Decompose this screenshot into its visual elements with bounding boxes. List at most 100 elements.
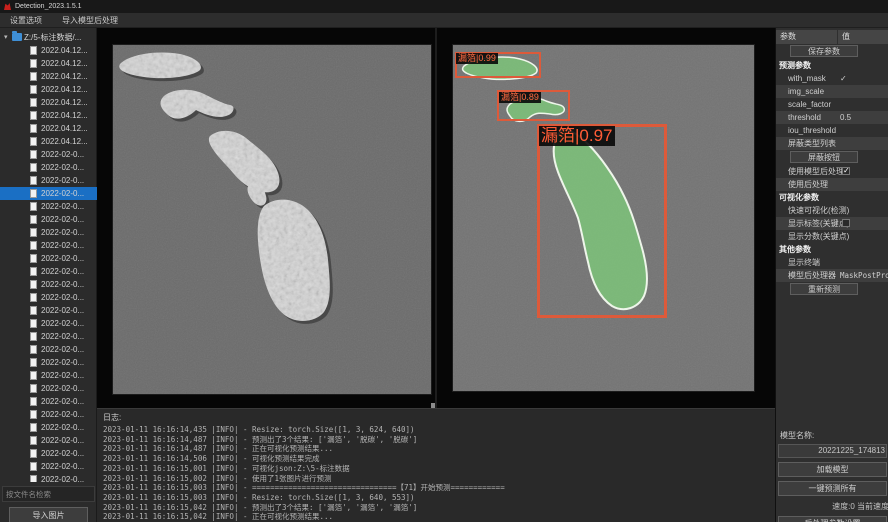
tree-file-item[interactable]: 2022-02-0... bbox=[0, 330, 97, 343]
tree-file-item[interactable]: 2022-02-0... bbox=[0, 213, 97, 226]
file-icon bbox=[30, 59, 37, 68]
tree-file-item[interactable]: 2022-02-0... bbox=[0, 369, 97, 382]
model-name-field[interactable]: 20221225_174813 bbox=[778, 444, 887, 458]
tree-file-item[interactable]: 2022-02-0... bbox=[0, 187, 97, 200]
tree-file-item[interactable]: 2022-02-0... bbox=[0, 343, 97, 356]
tree-file-item[interactable]: 2022-02-0... bbox=[0, 304, 97, 317]
log-line: 2023-01-11 16:16:15,002 |INFO| - 使用了1张图片… bbox=[97, 474, 775, 484]
param-row[interactable]: 模型后处理器 MaskPostPro bbox=[776, 269, 888, 282]
tree-file-item[interactable]: 2022-02-0... bbox=[0, 252, 97, 265]
tree-file-item[interactable]: 2022-02-0... bbox=[0, 421, 97, 434]
param-row[interactable]: threshold 0.5 bbox=[776, 111, 888, 124]
param-row[interactable]: 保存参数 bbox=[776, 44, 888, 59]
tree-file-item[interactable]: 2022-02-0... bbox=[0, 395, 97, 408]
detection-bbox bbox=[537, 124, 667, 318]
tree-file-item[interactable]: 2022.04.12... bbox=[0, 83, 97, 96]
param-row[interactable]: 显示标签(关键点) bbox=[776, 217, 888, 230]
log-line: 2023-01-11 16:16:15,042 |INFO| - 正在可视化预测… bbox=[97, 512, 775, 522]
tree-file-item[interactable]: 2022-02-0... bbox=[0, 317, 97, 330]
param-row[interactable]: with_mask ✓ bbox=[776, 72, 888, 85]
tree-file-item[interactable]: 2022-02-0... bbox=[0, 226, 97, 239]
tree-file-label: 2022.04.12... bbox=[41, 72, 88, 81]
tree-file-item[interactable]: 2022.04.12... bbox=[0, 109, 97, 122]
log-panel[interactable]: 日志: 2023-01-11 16:16:14,435 |INFO| - Res… bbox=[97, 408, 775, 522]
tree-file-item[interactable]: 2022-02-0... bbox=[0, 265, 97, 278]
detection-label: 漏箔|0.99 bbox=[456, 53, 498, 64]
param-label: 保存参数 bbox=[790, 45, 858, 57]
tree-file-label: 2022-02-0... bbox=[41, 397, 84, 406]
caret-down-icon[interactable]: ▾ bbox=[4, 33, 10, 41]
tree-file-item[interactable]: 2022.04.12... bbox=[0, 57, 97, 70]
tree-file-item[interactable]: 2022-02-0... bbox=[0, 161, 97, 174]
tree-file-item[interactable]: 2022-02-0... bbox=[0, 382, 97, 395]
tree-file-item[interactable]: 2022-02-0... bbox=[0, 447, 97, 460]
tree-file-item[interactable]: 2022-02-0... bbox=[0, 291, 97, 304]
param-row[interactable]: 使用后处理 bbox=[776, 178, 888, 191]
postprocess-settings-button[interactable]: 后处理参数设置 bbox=[778, 516, 887, 522]
tree-file-label: 2022-02-0... bbox=[41, 241, 84, 250]
param-row[interactable]: iou_threshold bbox=[776, 124, 888, 137]
file-tree[interactable]: ▾ Z:/5-标注数据/... 2022.04.12... 2022.04.12… bbox=[0, 30, 97, 482]
tree-file-item[interactable]: 2022-02-0... bbox=[0, 473, 97, 482]
detection-label: 漏箔|0.89 bbox=[499, 92, 541, 103]
tree-file-label: 2022-02-0... bbox=[41, 306, 84, 315]
file-icon bbox=[30, 306, 37, 315]
file-icon bbox=[30, 345, 37, 354]
tree-file-item[interactable]: 2022-02-0... bbox=[0, 408, 97, 421]
tree-file-item[interactable]: 2022.04.12... bbox=[0, 70, 97, 83]
tree-file-item[interactable]: 2022-02-0... bbox=[0, 278, 97, 291]
param-checkbox[interactable] bbox=[842, 219, 850, 227]
tree-file-label: 2022-02-0... bbox=[41, 215, 84, 224]
param-label: 模型后处理器 bbox=[788, 269, 836, 282]
param-row[interactable]: scale_factor bbox=[776, 98, 888, 111]
param-row[interactable]: 屏蔽类型列表 bbox=[776, 137, 888, 150]
tree-file-label: 2022.04.12... bbox=[41, 124, 88, 133]
import-images-button[interactable]: 导入图片 bbox=[9, 507, 88, 522]
tree-file-item[interactable]: 2022-02-0... bbox=[0, 460, 97, 473]
tree-file-label: 2022-02-0... bbox=[41, 163, 84, 172]
file-icon bbox=[30, 124, 37, 133]
model-section: 模型名称: 20221225_174813 加载模型 一键预测所有 速度:0 当… bbox=[776, 426, 888, 522]
param-row[interactable]: 使用模型后处理 bbox=[776, 165, 888, 178]
param-label: scale_factor bbox=[788, 98, 831, 111]
log-line: 2023-01-11 16:16:14,506 |INFO| - 可视化预测结果… bbox=[97, 454, 775, 464]
param-row[interactable]: 预测参数 bbox=[776, 59, 888, 72]
tree-file-item[interactable]: 2022.04.12... bbox=[0, 135, 97, 148]
tree-file-item[interactable]: 2022-02-0... bbox=[0, 356, 97, 369]
param-row[interactable]: 可视化参数 bbox=[776, 191, 888, 204]
param-row[interactable]: 重新预测 bbox=[776, 282, 888, 297]
tree-root-folder[interactable]: ▾ Z:/5-标注数据/... bbox=[0, 30, 97, 44]
load-model-button[interactable]: 加载模型 bbox=[778, 462, 887, 477]
tree-file-label: 2022-02-0... bbox=[41, 371, 84, 380]
file-icon bbox=[30, 410, 37, 419]
param-checkbox[interactable] bbox=[842, 167, 850, 175]
original-image bbox=[112, 44, 432, 395]
param-row[interactable]: 其他参数 bbox=[776, 243, 888, 256]
params-header: 参数 值 bbox=[776, 30, 888, 44]
search-input[interactable] bbox=[2, 486, 95, 502]
param-row[interactable]: 快速可视化(检测) bbox=[776, 204, 888, 217]
tree-file-item[interactable]: 2022-02-0... bbox=[0, 174, 97, 187]
tree-file-item[interactable]: 2022.04.12... bbox=[0, 44, 97, 57]
tree-file-item[interactable]: 2022-02-0... bbox=[0, 148, 97, 161]
tree-file-item[interactable]: 2022-02-0... bbox=[0, 434, 97, 447]
tree-file-item[interactable]: 2022.04.12... bbox=[0, 122, 97, 135]
tree-file-label: 2022-02-0... bbox=[41, 150, 84, 159]
menu-bar: 设置选项导入模型后处理 bbox=[0, 13, 888, 28]
prediction-image-panel[interactable]: 漏箔|0.99 漏箔|0.89 漏箔|0.97 bbox=[452, 44, 755, 392]
original-image-panel[interactable] bbox=[112, 44, 432, 395]
param-label: iou_threshold bbox=[788, 124, 836, 137]
param-row[interactable]: 屏蔽按钮 bbox=[776, 150, 888, 165]
file-sidebar: ▾ Z:/5-标注数据/... 2022.04.12... 2022.04.12… bbox=[0, 28, 97, 522]
menu-item[interactable]: 导入模型后处理 bbox=[52, 13, 128, 28]
param-row[interactable]: 显示分数(关键点) bbox=[776, 230, 888, 243]
param-row[interactable]: 显示终端 bbox=[776, 256, 888, 269]
tree-file-item[interactable]: 2022.04.12... bbox=[0, 96, 97, 109]
tree-file-label: 2022-02-0... bbox=[41, 462, 84, 471]
tree-file-item[interactable]: 2022-02-0... bbox=[0, 200, 97, 213]
param-row[interactable]: img_scale bbox=[776, 85, 888, 98]
param-value: ✓ bbox=[840, 72, 888, 85]
menu-item[interactable]: 设置选项 bbox=[0, 13, 52, 28]
tree-file-item[interactable]: 2022-02-0... bbox=[0, 239, 97, 252]
predict-all-button[interactable]: 一键预测所有 bbox=[778, 481, 887, 496]
